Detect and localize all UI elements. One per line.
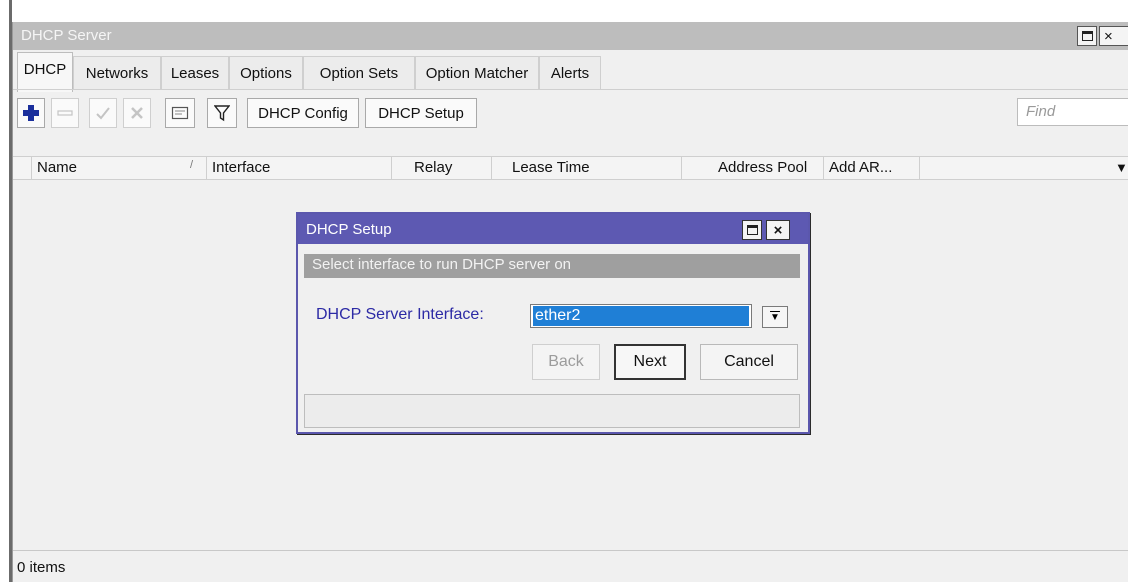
column-relay[interactable]: Relay (391, 157, 491, 179)
tab-option-sets[interactable]: Option Sets (303, 56, 415, 90)
interface-label: DHCP Server Interface: (316, 306, 484, 323)
column-header: Name / Interface Relay Lease Time Addres… (13, 156, 1128, 180)
column-menu-icon[interactable]: ▼ (1115, 160, 1128, 175)
dialog-instruction: Select interface to run DHCP server on (304, 254, 800, 278)
comment-icon (171, 106, 189, 120)
column-interface[interactable]: Interface (206, 157, 391, 179)
button-label: DHCP Config (258, 104, 348, 122)
tab-label: Option Sets (319, 65, 399, 82)
dialog-maximize-button[interactable] (742, 220, 762, 240)
tab-option-matcher[interactable]: Option Matcher (415, 56, 539, 90)
back-button[interactable]: Back (532, 344, 600, 380)
dhcp-setup-button[interactable]: DHCP Setup (365, 98, 477, 128)
tab-label: Options (240, 65, 292, 82)
disable-button[interactable] (123, 98, 151, 128)
tab-alerts[interactable]: Alerts (539, 56, 601, 90)
dhcp-config-button[interactable]: DHCP Config (247, 98, 359, 128)
tab-options[interactable]: Options (229, 56, 303, 90)
tab-label: Networks (85, 65, 149, 82)
tab-label: DHCP (23, 61, 67, 78)
dialog-titlebar[interactable]: DHCP Setup × (298, 214, 808, 244)
button-label: Back (548, 353, 584, 370)
cross-icon (131, 107, 143, 119)
tab-label: Leases (170, 65, 220, 82)
minus-icon (57, 110, 73, 116)
find-input[interactable]: Find (1017, 98, 1128, 126)
column-address-pool[interactable]: Address Pool (681, 157, 823, 179)
dialog-title: DHCP Setup (306, 221, 392, 238)
add-button[interactable] (17, 98, 45, 128)
dhcp-setup-dialog: DHCP Setup × Select interface to run DHC… (296, 212, 810, 434)
dialog-close-button[interactable]: × (766, 220, 790, 240)
interface-select[interactable]: ether2 (530, 304, 752, 328)
column-name[interactable]: Name / (31, 157, 206, 179)
tab-leases[interactable]: Leases (161, 56, 229, 90)
column-label: Name (37, 159, 78, 176)
tab-label: Alerts (550, 65, 590, 82)
column-lease-time[interactable]: Lease Time (491, 157, 681, 179)
window-titlebar[interactable]: DHCP Server × (13, 22, 1128, 50)
close-button[interactable]: × (1099, 26, 1128, 46)
dropdown-arrow-icon: ▼ (770, 311, 780, 323)
maximize-icon (746, 225, 758, 235)
window-title: DHCP Server (21, 27, 112, 44)
find-placeholder: Find (1026, 103, 1056, 120)
button-label: Next (633, 353, 667, 370)
column-label: Address Pool (718, 159, 808, 176)
plus-icon (23, 105, 39, 121)
column-label: Lease Time (512, 159, 590, 176)
item-count: 0 items (17, 559, 66, 576)
button-label: DHCP Setup (378, 104, 464, 122)
status-bar: 0 items (13, 550, 1128, 582)
tab-dhcp[interactable]: DHCP (17, 52, 73, 92)
cancel-button[interactable]: Cancel (700, 344, 798, 380)
interface-dropdown-button[interactable]: ▼ (762, 306, 788, 328)
remove-button[interactable] (51, 98, 79, 128)
enable-button[interactable] (89, 98, 117, 128)
column-label: Interface (212, 159, 271, 176)
close-icon: × (773, 221, 783, 239)
next-button[interactable]: Next (614, 344, 686, 380)
toolbar: DHCP Config DHCP Setup Find (13, 90, 1128, 132)
tab-bar: DHCP Networks Leases Options Option Sets… (13, 50, 1128, 92)
check-icon (96, 107, 110, 120)
comment-button[interactable] (165, 98, 195, 128)
tab-label: Option Matcher (425, 65, 529, 82)
tab-networks[interactable]: Networks (73, 56, 161, 90)
button-label: Cancel (724, 353, 774, 370)
close-icon: × (1104, 27, 1113, 45)
column-add-arp[interactable]: Add AR... (823, 157, 919, 179)
dialog-status-field (304, 394, 800, 428)
interface-value: ether2 (533, 306, 749, 326)
column-label: Relay (414, 159, 453, 176)
maximize-button[interactable] (1077, 26, 1097, 46)
column-label: Add AR... (829, 159, 893, 176)
filter-button[interactable] (207, 98, 237, 128)
column-extra[interactable] (919, 157, 1128, 179)
sort-indicator-icon: / (190, 159, 194, 171)
filter-icon (214, 105, 230, 122)
maximize-icon (1081, 31, 1093, 41)
